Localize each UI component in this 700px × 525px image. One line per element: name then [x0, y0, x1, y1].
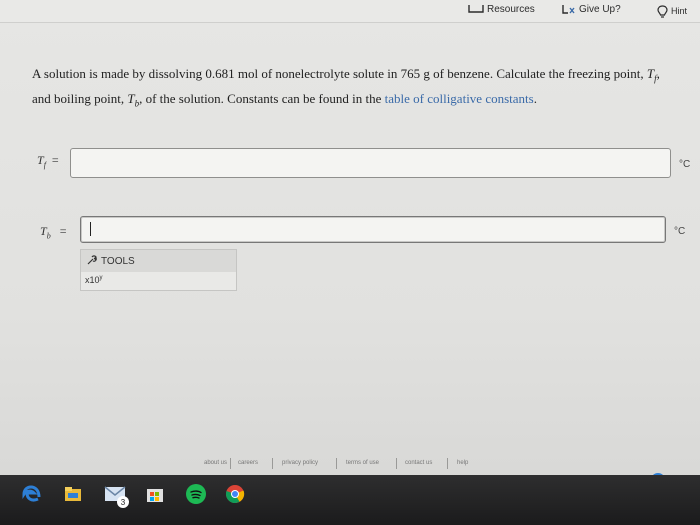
hint-button[interactable]: Hint — [657, 2, 687, 20]
tf-symbol: T — [646, 66, 655, 81]
store-icon[interactable] — [146, 485, 164, 508]
tf-equals: = — [51, 153, 59, 167]
tb-symbol: T — [127, 90, 135, 106]
lightbulb-icon — [657, 4, 668, 18]
give-up-icon — [562, 4, 576, 15]
scientific-notation-button[interactable]: x10y — [85, 275, 103, 285]
tf-field-label: Tf = — [37, 153, 59, 169]
hint-label: Hint — [671, 6, 688, 16]
question-part4: . — [533, 90, 537, 106]
footer-divider — [272, 458, 273, 469]
book-icon — [468, 4, 484, 14]
file-explorer-icon[interactable] — [63, 485, 83, 508]
resources-label: Resources — [487, 3, 535, 15]
footer-link-terms[interactable]: terms of use — [346, 460, 379, 466]
mail-badge: 3 — [117, 496, 129, 508]
text-caret — [90, 222, 91, 236]
page: Resources Give Up? Hint A solution is ma… — [0, 0, 700, 525]
top-bar: Resources Give Up? Hint — [0, 0, 700, 22]
footer-link-contact[interactable]: contact us — [405, 460, 432, 466]
colligative-constants-link[interactable]: table of colligative constants — [385, 91, 534, 106]
tf-input[interactable] — [70, 148, 671, 178]
question-part1: A solution is made by dissolving 0.681 m… — [32, 66, 647, 81]
footer-link-privacy[interactable]: privacy policy — [282, 460, 318, 466]
tools-panel: TOOLS x10y — [80, 249, 237, 291]
footer-divider — [336, 458, 337, 469]
footer-link-help[interactable]: help — [457, 460, 468, 466]
tb-equals: = — [59, 224, 67, 238]
resources-button[interactable]: Resources — [468, 0, 535, 18]
footer-divider — [396, 458, 397, 469]
question-text: A solution is made by dissolving 0.681 m… — [32, 64, 672, 113]
footer-link-careers[interactable]: careers — [238, 460, 258, 466]
tb-label-symbol: T — [40, 224, 47, 238]
question-part3: , of the solution. Constants can be foun… — [139, 90, 385, 106]
wrench-icon — [87, 254, 97, 268]
tools-label: TOOLS — [101, 255, 135, 267]
x10-label: x10 — [85, 275, 100, 285]
chrome-icon[interactable] — [225, 484, 245, 509]
tb-label-sub: b — [46, 231, 51, 241]
footer-divider — [447, 458, 448, 469]
footer-link-about[interactable]: about us — [204, 460, 227, 466]
taskbar: 3 — [0, 475, 700, 525]
tools-toggle[interactable]: TOOLS — [81, 250, 236, 272]
tf-label-sub: f — [43, 160, 46, 170]
x10-superscript: y — [99, 275, 103, 281]
tb-unit: °C — [674, 226, 686, 237]
footer-divider — [230, 458, 231, 469]
divider — [0, 22, 700, 23]
tb-input[interactable] — [80, 216, 666, 243]
footer-links: about us careers privacy policy terms of… — [0, 457, 700, 471]
give-up-label: Give Up? — [579, 3, 621, 15]
tf-unit: °C — [679, 159, 691, 170]
tf-label-symbol: T — [37, 153, 44, 167]
tb-field-label: Tb = — [40, 224, 66, 240]
edge-browser-icon[interactable] — [22, 485, 42, 510]
spotify-icon[interactable] — [186, 484, 206, 504]
give-up-button[interactable]: Give Up? — [562, 0, 621, 18]
